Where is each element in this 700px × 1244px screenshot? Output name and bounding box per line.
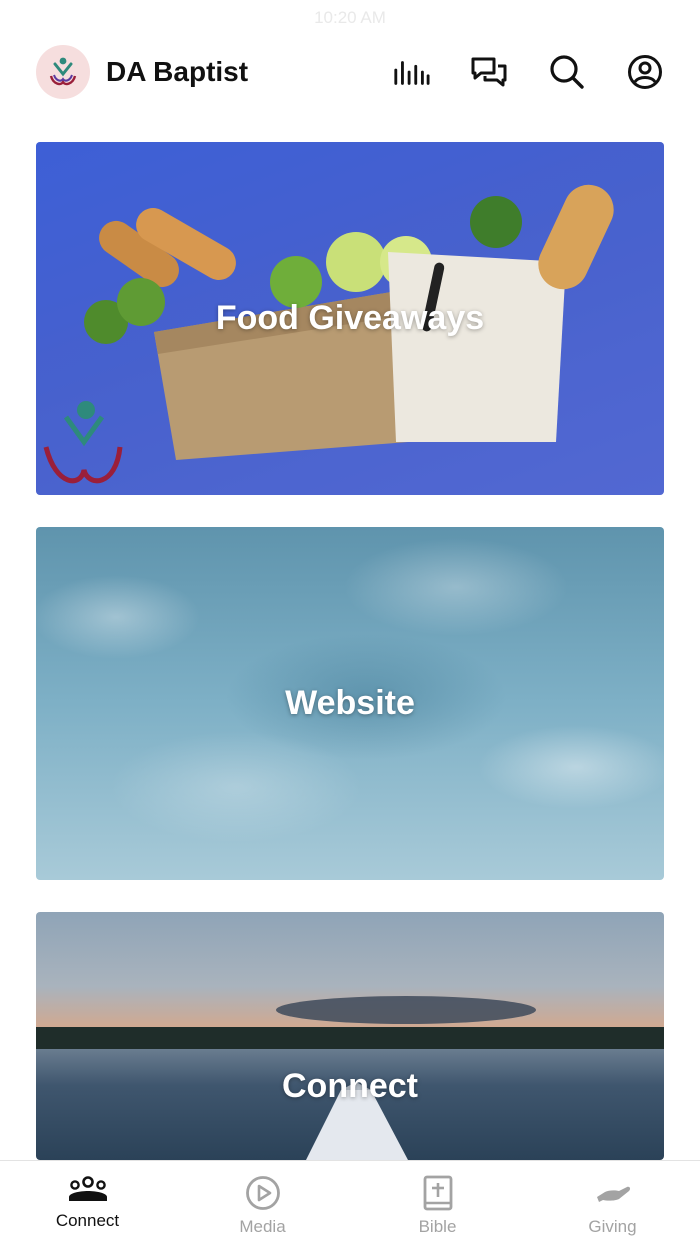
- app-title: DA Baptist: [106, 56, 249, 87]
- tab-label: Bible: [418, 1217, 457, 1236]
- bar-chart-icon[interactable]: [392, 53, 430, 91]
- tab-connect[interactable]: Connect: [0, 1161, 175, 1244]
- tab-giving[interactable]: Giving: [525, 1161, 700, 1244]
- bible-icon: [423, 1175, 452, 1211]
- card-connect[interactable]: Connect: [36, 912, 664, 1160]
- chat-bubbles-icon[interactable]: [470, 53, 508, 91]
- profile-icon[interactable]: [626, 53, 664, 91]
- tab-label: Giving: [588, 1217, 637, 1236]
- play-circle-icon: [245, 1176, 280, 1210]
- logo-emblem-icon: [49, 57, 77, 86]
- tab-bible[interactable]: Bible: [350, 1161, 525, 1244]
- card-food-giveaways[interactable]: Food Giveaways: [36, 142, 664, 495]
- tab-label: Connect: [55, 1211, 120, 1230]
- tab-label: Media: [239, 1217, 286, 1236]
- lake-kayak-image: [36, 996, 664, 1160]
- card-title: Website: [285, 684, 415, 722]
- app-header: DA Baptist: [0, 36, 700, 108]
- card-website[interactable]: Website: [36, 527, 664, 880]
- status-bar-time: 10:20 AM: [314, 8, 386, 27]
- church-logo: [36, 45, 90, 99]
- content-feed: Food Giveaways Website Connect: [36, 142, 664, 1192]
- tab-media[interactable]: Media: [175, 1161, 350, 1244]
- bottom-tab-bar: Connect Media Bible Giving: [0, 1160, 700, 1244]
- card-title: Connect: [282, 1067, 418, 1105]
- people-group-icon: [68, 1176, 107, 1201]
- giving-hand-icon: [596, 1186, 630, 1202]
- search-icon[interactable]: [548, 53, 586, 91]
- card-title: Food Giveaways: [215, 299, 485, 337]
